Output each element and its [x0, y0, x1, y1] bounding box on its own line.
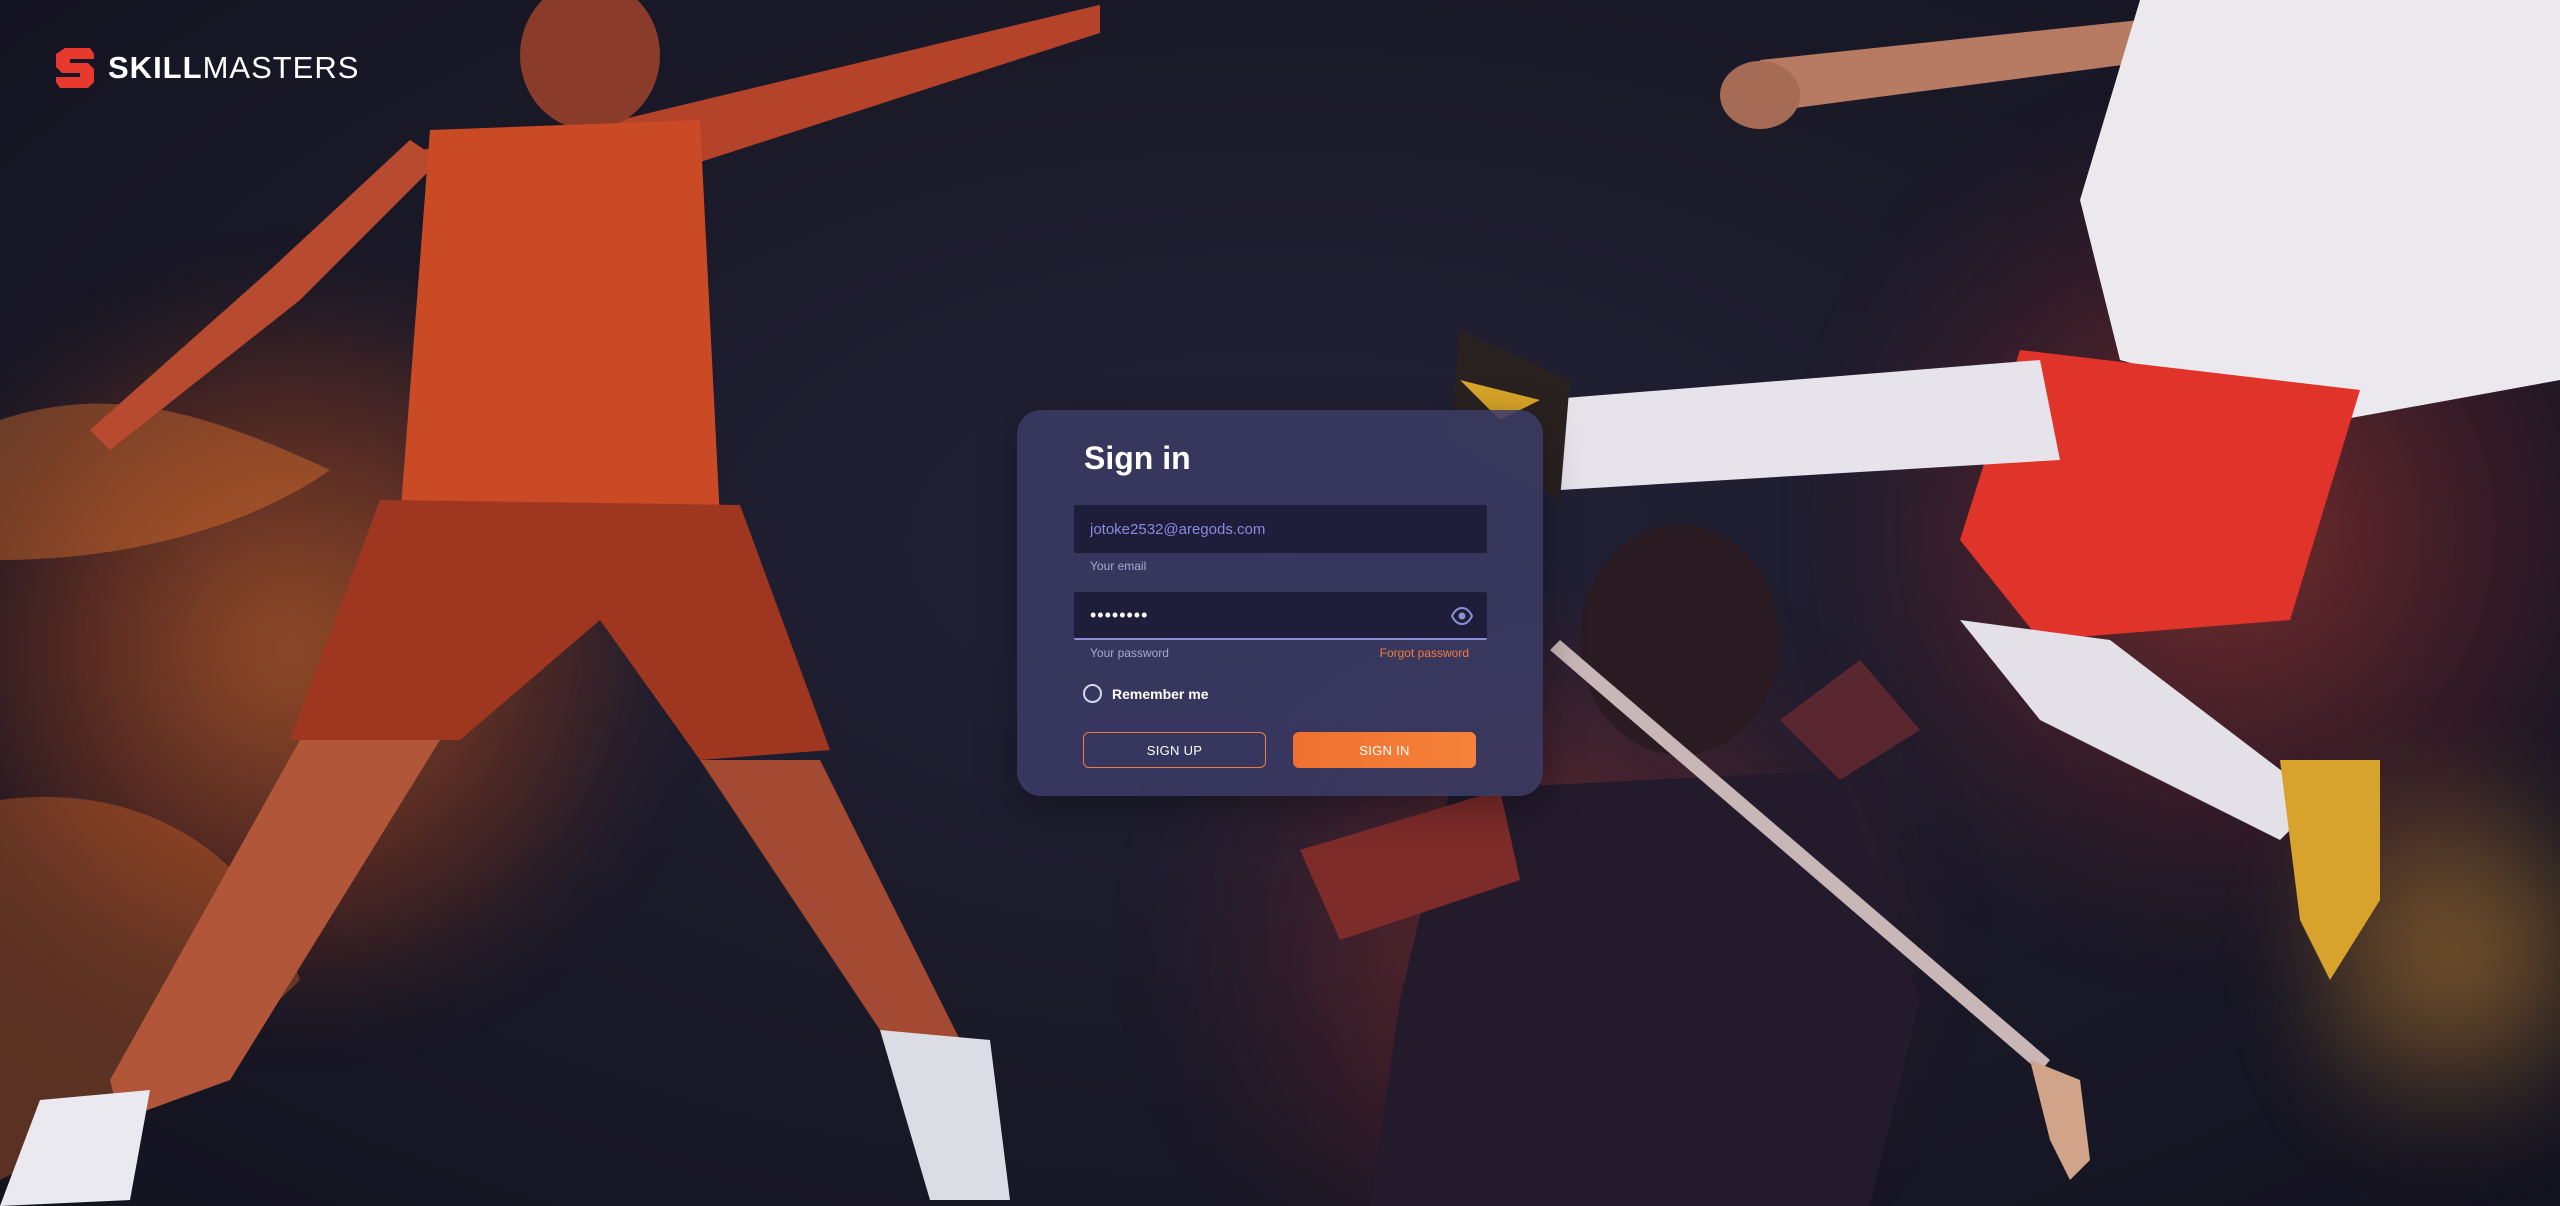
sign-up-button[interactable]: SIGN UP	[1083, 732, 1266, 768]
brand-name-regular: MASTERS	[202, 50, 360, 85]
forgot-password-link[interactable]: Forgot password	[1380, 646, 1469, 660]
email-input[interactable]	[1074, 505, 1487, 553]
brand-name: SKILLMASTERS	[108, 50, 359, 86]
football-player-image	[1420, 0, 2560, 1000]
login-page: SKILLMASTERS Sign in Your email Your pas…	[0, 0, 2560, 1206]
password-helper-label: Your password	[1090, 646, 1169, 660]
sign-in-button[interactable]: SIGN IN	[1293, 732, 1476, 768]
password-input[interactable]	[1074, 592, 1487, 638]
remember-me-option[interactable]: Remember me	[1083, 684, 1209, 703]
email-helper-label: Your email	[1090, 559, 1147, 573]
remember-me-radio[interactable]	[1083, 684, 1102, 703]
basketball-player-image	[0, 0, 1100, 1206]
eye-icon[interactable]	[1451, 606, 1473, 626]
password-field[interactable]	[1074, 592, 1487, 640]
signin-card: Sign in Your email Your password Forgot …	[1017, 410, 1543, 796]
email-field[interactable]	[1074, 505, 1487, 553]
signin-title: Sign in	[1084, 440, 1191, 476]
brand-name-bold: SKILL	[108, 50, 203, 85]
brand-logo[interactable]: SKILLMASTERS	[56, 48, 359, 88]
skillmasters-s-logo-icon	[56, 48, 94, 88]
remember-me-label: Remember me	[1112, 685, 1209, 702]
